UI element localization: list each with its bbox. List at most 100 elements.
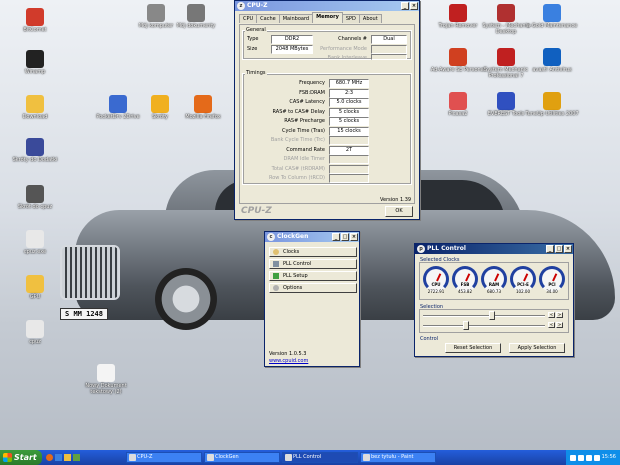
taskbar-item-paint[interactable]: bez tytułu - Paint — [360, 452, 436, 463]
bank-interleave-value — [371, 54, 407, 60]
menu-pll-setup-label: PLL Setup — [283, 273, 308, 279]
taskbar-item-label: ClockGen — [215, 454, 239, 460]
desktop-app-icon — [543, 48, 561, 66]
selection-slider-1-thumb[interactable] — [489, 311, 495, 320]
tray-icon[interactable] — [577, 454, 584, 461]
folder-icon[interactable] — [64, 454, 71, 461]
desktop-app-icon — [151, 95, 169, 113]
tab-about[interactable]: About — [358, 14, 382, 23]
menu-options-label: Options — [283, 285, 303, 291]
maximize-button[interactable]: □ — [341, 233, 349, 241]
pll-titlebar[interactable]: p PLL Control _ □ × — [415, 244, 573, 254]
desktop-app-icon — [449, 92, 467, 110]
desktop-app-icon — [147, 4, 165, 22]
tab-cache[interactable]: Cache — [256, 14, 280, 23]
desktop-icon-label: Nowy Dokument tekstowy (2) — [85, 383, 127, 395]
pll-control-window: p PLL Control _ □ × Selected Clocks CPU 272… — [414, 243, 574, 357]
start-button[interactable]: Start — [0, 450, 42, 465]
timing-value: 5.0 clocks — [329, 98, 369, 107]
desktop-app-icon — [26, 275, 44, 293]
apply-selection-button[interactable]: Apply Selection — [509, 343, 565, 353]
clock-name: PCI — [548, 282, 556, 287]
clock-value: 34.00 — [546, 289, 558, 294]
cpuz-app-icon: z — [237, 2, 245, 10]
clock-icon — [273, 249, 279, 255]
menu-pll-setup[interactable]: PLL Setup — [269, 271, 357, 281]
desktop-icon-item[interactable]: BitComet — [5, 8, 65, 33]
desktop-icon-item[interactable]: a-Gold Maintenance — [522, 4, 582, 29]
ie-icon[interactable] — [55, 454, 62, 461]
desktop-icon-label: Download — [22, 114, 48, 120]
desktop-icon-item[interactable]: Download — [5, 95, 65, 120]
tab-memory[interactable]: Memory — [312, 12, 343, 23]
slider-2-increment-button[interactable]: > — [556, 322, 563, 328]
start-label: Start — [14, 453, 37, 462]
ok-button[interactable]: OK — [385, 206, 413, 217]
desktop-icon-item[interactable]: Skrót do cpuz — [5, 185, 65, 210]
slider-1-decrement-button[interactable]: < — [548, 312, 555, 318]
tab-cpu[interactable]: CPU — [239, 14, 258, 23]
close-button[interactable]: × — [410, 2, 418, 10]
timing-label: Row To Column (tRCD) — [268, 175, 325, 181]
desktop-icon-item[interactable]: cpuz.exe — [5, 230, 65, 255]
reset-selection-button[interactable]: Reset Selection — [445, 343, 501, 353]
selection-slider-2-thumb[interactable] — [463, 321, 469, 330]
desktop-icon-label: TuneUp Utilities 2007 — [525, 111, 579, 117]
desktop-icon-item[interactable]: Mozilla Firefox — [173, 95, 233, 120]
clock[interactable]: 15:56 — [602, 450, 616, 465]
pll-control-icon — [273, 261, 279, 267]
desktop-icon-item[interactable]: Skróty do Dodatki — [5, 138, 65, 163]
desktop-icon-item[interactable]: TuneUp Utilities 2007 — [522, 92, 582, 117]
desktop-app-icon — [97, 364, 115, 382]
timing-value: 2:3 — [329, 88, 369, 98]
desktop-icon-item[interactable]: Mój dokumenty — [166, 4, 226, 29]
close-button[interactable]: × — [564, 245, 572, 253]
timing-label: Command Rate — [286, 146, 325, 153]
desktop-icon-item[interactable]: GPU — [5, 275, 65, 300]
tray-icon[interactable] — [585, 454, 592, 461]
desktop-app-icon — [26, 50, 44, 68]
taskbar-item-label: CPU-Z — [137, 454, 153, 460]
desktop-icon-label: BitComet — [23, 27, 47, 33]
desktop-icon-item[interactable]: avast! Antivirus — [522, 48, 582, 73]
taskbar: Start CPU-Z ClockGen PLL Control bez tyt… — [0, 450, 620, 465]
car-front-wheel — [155, 268, 217, 330]
selection-slider-1[interactable] — [423, 315, 545, 317]
clock-name: FSB — [460, 282, 470, 287]
maximize-button[interactable]: □ — [555, 245, 563, 253]
desktop-icon-item[interactable]: Winamp — [5, 50, 65, 75]
timing-label: CAS# Latency — [289, 99, 325, 105]
timing-label: Frequency — [299, 80, 325, 86]
slider-2-decrement-button[interactable]: < — [548, 322, 555, 328]
menu-clocks[interactable]: Clocks — [269, 247, 357, 257]
options-icon — [273, 285, 279, 291]
taskbar-item-label: bez tytułu - Paint — [371, 454, 414, 460]
taskbar-item-cpuz[interactable]: CPU-Z — [126, 452, 202, 463]
minimize-button[interactable]: _ — [401, 2, 409, 10]
desktop-icon-item[interactable]: Nowy Dokument tekstowy (2) — [76, 364, 136, 395]
menu-pll-control[interactable]: PLL Control — [269, 259, 357, 269]
close-button[interactable]: × — [350, 233, 358, 241]
slider-1-increment-button[interactable]: > — [556, 312, 563, 318]
desktop-icon-item[interactable]: cpuz — [5, 320, 65, 345]
desktop-icon[interactable] — [73, 454, 80, 461]
timing-label: RAS# Precharge — [284, 118, 325, 124]
clockgen-titlebar[interactable]: c ClockGen _ □ × — [265, 232, 359, 242]
selection-slider-2[interactable] — [423, 325, 545, 327]
tab-spd[interactable]: SPD — [341, 14, 360, 23]
volume-icon[interactable] — [593, 454, 600, 461]
cpuid-link[interactable]: www.cpuid.com — [269, 358, 308, 364]
quick-launch — [46, 454, 80, 461]
minimize-button[interactable]: _ — [546, 245, 554, 253]
taskbar-item-clockgen[interactable]: ClockGen — [204, 452, 280, 463]
menu-options[interactable]: Options — [269, 283, 357, 293]
desktop-app-icon — [543, 4, 561, 22]
tray-icon[interactable] — [569, 454, 576, 461]
taskbar-item-pll-control[interactable]: PLL Control — [282, 452, 358, 463]
minimize-button[interactable]: _ — [332, 233, 340, 241]
cpuz-titlebar[interactable]: z CPU-Z _ × — [235, 1, 419, 11]
clock-name: RAM — [488, 282, 500, 287]
firefox-icon[interactable] — [46, 454, 53, 461]
tab-mainboard[interactable]: Mainboard — [278, 14, 314, 23]
cpuz-title: CPU-Z — [247, 2, 268, 9]
